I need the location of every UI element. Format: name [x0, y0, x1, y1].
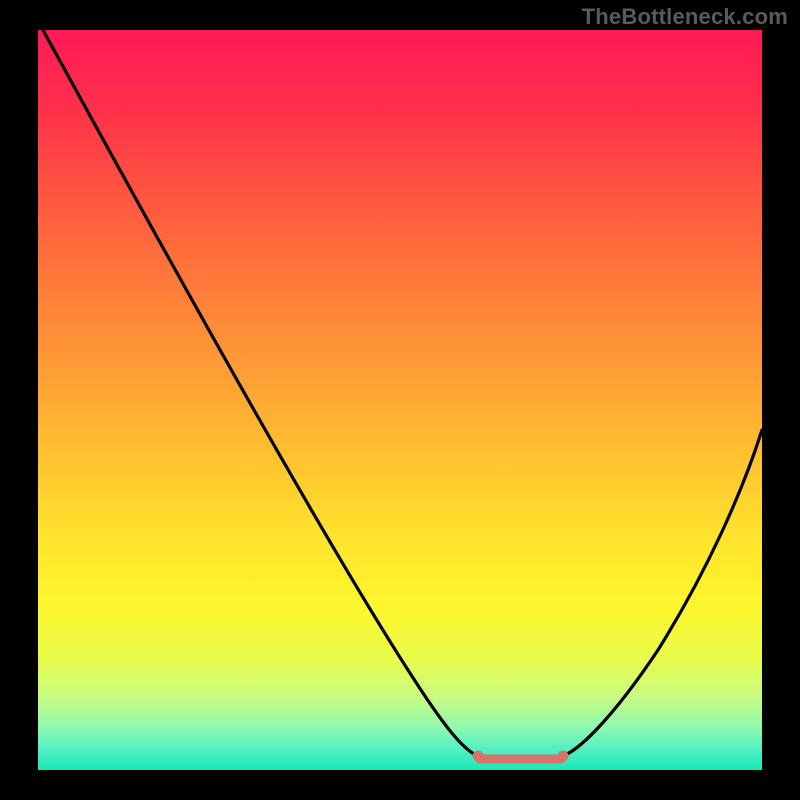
watermark-text: TheBottleneck.com: [582, 4, 788, 30]
bottleneck-curve-layer: [38, 30, 762, 770]
optimal-band-right-dot: [558, 751, 569, 762]
bottleneck-curve-path: [43, 30, 762, 760]
optimal-band-left-dot: [473, 751, 484, 762]
chart-frame: TheBottleneck.com: [0, 0, 800, 800]
plot-area: [38, 30, 762, 770]
